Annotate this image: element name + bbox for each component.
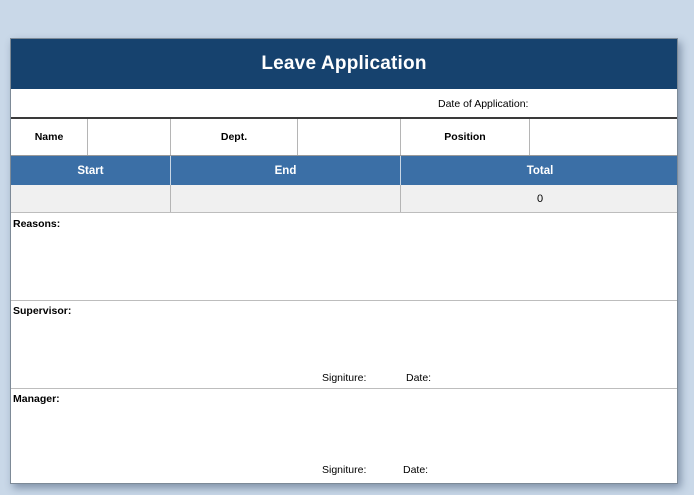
start-header: Start	[11, 156, 171, 185]
dept-field[interactable]	[298, 119, 401, 155]
name-label: Name	[11, 119, 88, 155]
leave-period-header: Start End Total	[11, 156, 677, 185]
position-label: Position	[401, 119, 530, 155]
manager-date-label: Date:	[403, 464, 429, 476]
date-of-application-row: Date of Application:	[11, 89, 677, 119]
reasons-section[interactable]: Reasons:	[11, 214, 677, 301]
name-field[interactable]	[88, 119, 171, 155]
start-value[interactable]	[11, 185, 171, 212]
leave-application-form: Leave Application Date of Application: N…	[10, 38, 678, 484]
dept-label: Dept.	[171, 119, 298, 155]
leave-period-values: 0	[11, 185, 677, 213]
manager-section[interactable]: Manager: Signiture: Date:	[11, 389, 677, 483]
supervisor-section[interactable]: Supervisor: Signiture: Date:	[11, 301, 677, 389]
total-header: Total	[526, 164, 554, 177]
end-value[interactable]	[171, 185, 401, 212]
manager-signature-label: Signiture:	[322, 464, 367, 476]
employee-info-row: Name Dept. Position	[11, 119, 677, 156]
supervisor-signature-label: Signiture:	[322, 372, 367, 384]
supervisor-label: Supervisor:	[13, 305, 72, 317]
manager-label: Manager:	[13, 393, 60, 405]
form-title: Leave Application	[11, 39, 677, 89]
supervisor-date-label: Date:	[406, 372, 432, 384]
end-header: End	[171, 156, 401, 185]
date-of-application-label: Date of Application:	[438, 98, 529, 110]
total-value: 0	[536, 192, 544, 205]
position-field[interactable]	[530, 119, 677, 155]
reasons-label: Reasons:	[13, 218, 61, 230]
